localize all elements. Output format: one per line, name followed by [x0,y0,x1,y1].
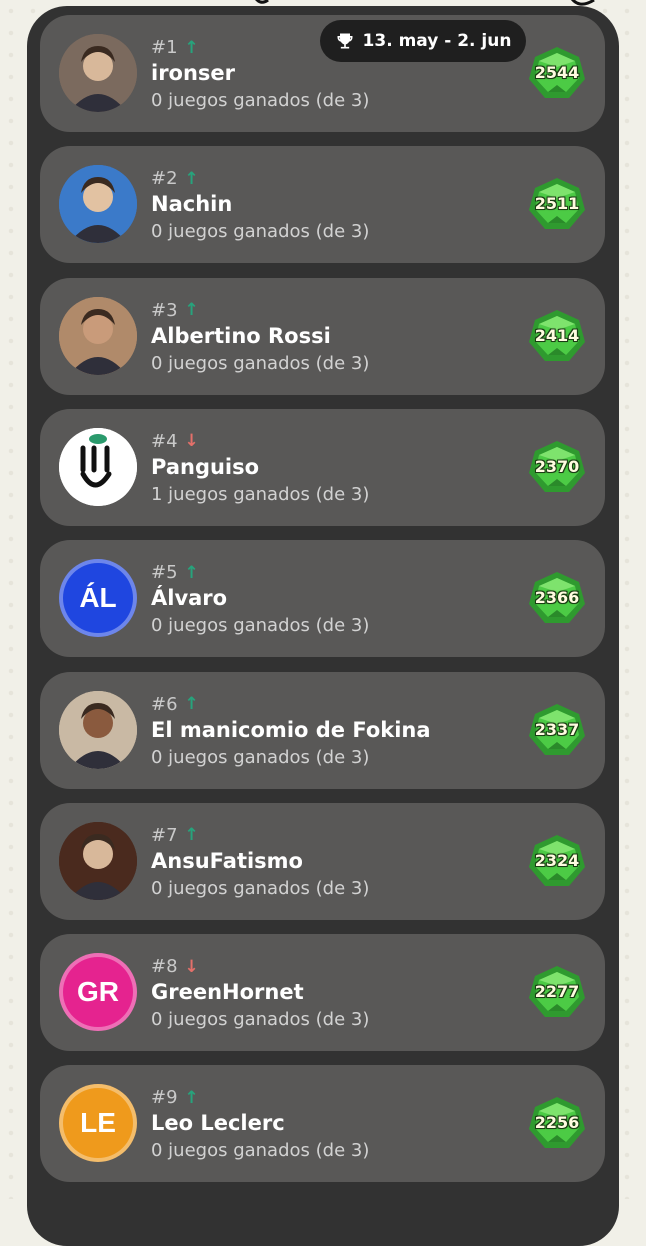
games-won-label: 0 juegos ganados (de 3) [151,1009,370,1031]
avatar[interactable] [59,34,137,112]
player-name: Panguiso [151,454,260,479]
rank-number: #7 [151,824,178,846]
score-gem-icon: 2337 [527,702,587,758]
rank-number: #1 [151,37,178,58]
arrow-up-icon: ↑ [184,168,199,189]
rank-number: #5 [151,562,178,584]
arrow-up-icon: ↑ [184,37,199,58]
rank-number: #4 [151,430,178,452]
player-card[interactable]: #6 ↑ El manicomio de Fokina 0 juegos ganado… [40,671,605,789]
score-gem-icon: 2414 [527,308,587,364]
rank-number: #3 [151,299,178,321]
arrow-up-icon: ↑ [184,300,199,321]
games-won-label: 0 juegos ganados (de 3) [151,1140,370,1162]
avatar[interactable]: GR [59,953,137,1032]
avatar[interactable] [59,821,137,900]
trophy-icon [337,33,353,49]
rank-label: #3 ↑ [151,300,199,321]
rank-label: #7 ↑ [151,825,199,846]
rank-label: #6 ↑ [151,694,199,715]
rank-number: #6 [151,693,178,715]
score-value: 2511 [534,194,580,214]
games-won-label: 1 juegos ganados (de 3) [151,483,370,505]
player-card[interactable]: ÁL #5 ↑ Álvaro 0 juegos ganados (de 3) 2366 [40,540,605,658]
avatar-initials: LE [80,1107,116,1139]
player-name: GreenHornet [151,980,304,1005]
score-value: 2544 [534,63,580,82]
games-won-label: 0 juegos ganados (de 3) [151,877,370,899]
avatar[interactable]: ÁL [59,559,137,638]
player-card[interactable]: #4 ↓ Panguiso 1 juegos ganados (de 3) 2370 [40,408,605,526]
avatar[interactable]: LE [59,1084,137,1163]
player-name: Álvaro [151,586,228,611]
arrow-up-icon: ↑ [184,694,199,714]
arrow-up-icon: ↑ [184,1087,199,1108]
player-name: Albertino Rossi [151,323,331,348]
player-name: El manicomio de Fokina [151,717,431,742]
score-value: 2370 [534,456,580,476]
avatar-initials: ÁL [79,582,117,614]
avatar[interactable] [59,427,137,506]
score-gem-icon: 2256 [527,1095,587,1151]
rank-number: #9 [151,1087,178,1109]
avatar-initials: GR [77,976,119,1008]
games-won-label: 0 juegos ganados (de 3) [151,90,370,111]
rank-label: #1 ↑ [151,37,199,58]
arrow-down-icon: ↓ [184,431,199,452]
rank-label: #2 ↑ [151,168,199,189]
date-range-pill[interactable]: 13. may - 2. jun [320,20,526,62]
score-gem-icon: 2277 [527,964,587,1020]
score-gem-icon: 2511 [527,176,587,232]
rank-label: #5 ↑ [151,562,199,583]
score-gem-icon: 2324 [527,833,587,889]
avatar[interactable] [59,296,137,375]
rank-number: #8 [151,956,178,978]
score-gem-icon: 2366 [527,570,587,626]
score-gem-icon: 2370 [527,439,587,495]
player-name: AnsuFatismo [151,848,303,873]
player-name: Nachin [151,192,233,217]
player-name: Leo Leclerc [151,1111,285,1136]
score-value: 2256 [534,1113,580,1133]
score-value: 2414 [534,325,580,345]
games-won-label: 0 juegos ganados (de 3) [151,615,370,637]
rank-label: #8 ↓ [151,956,199,977]
score-value: 2277 [534,982,580,1002]
games-won-label: 0 juegos ganados (de 3) [151,221,370,243]
avatar[interactable] [59,690,137,769]
score-gem-icon: 2544 [527,45,587,101]
player-card[interactable]: #3 ↑ Albertino Rossi 0 juegos ganados (de 3… [40,277,605,395]
games-won-label: 0 juegos ganados (de 3) [151,746,370,768]
score-value: 2337 [534,719,580,739]
player-name: ironser [151,61,236,85]
player-card[interactable]: GR #8 ↓ GreenHornet 0 juegos ganados (de 3) 2… [40,934,605,1052]
rank-label: #9 ↑ [151,1087,199,1108]
games-won-label: 0 juegos ganados (de 3) [151,352,370,374]
avatar[interactable] [59,165,137,244]
arrow-down-icon: ↓ [184,956,199,977]
score-value: 2366 [534,588,580,608]
player-card[interactable]: #7 ↑ AnsuFatismo 0 juegos ganados (de 3) 232… [40,802,605,920]
arrow-up-icon: ↑ [184,562,199,583]
rank-label: #4 ↓ [151,431,199,452]
date-range-label: 13. may - 2. jun [362,31,512,51]
score-value: 2324 [534,850,580,870]
rank-number: #2 [151,168,178,190]
player-card[interactable]: #2 ↑ Nachin 0 juegos ganados (de 3) 2511 [40,146,605,264]
arrow-up-icon: ↑ [184,825,199,846]
player-card[interactable]: LE #9 ↑ Leo Leclerc 0 juegos ganados (de 3) 2… [40,1065,605,1183]
